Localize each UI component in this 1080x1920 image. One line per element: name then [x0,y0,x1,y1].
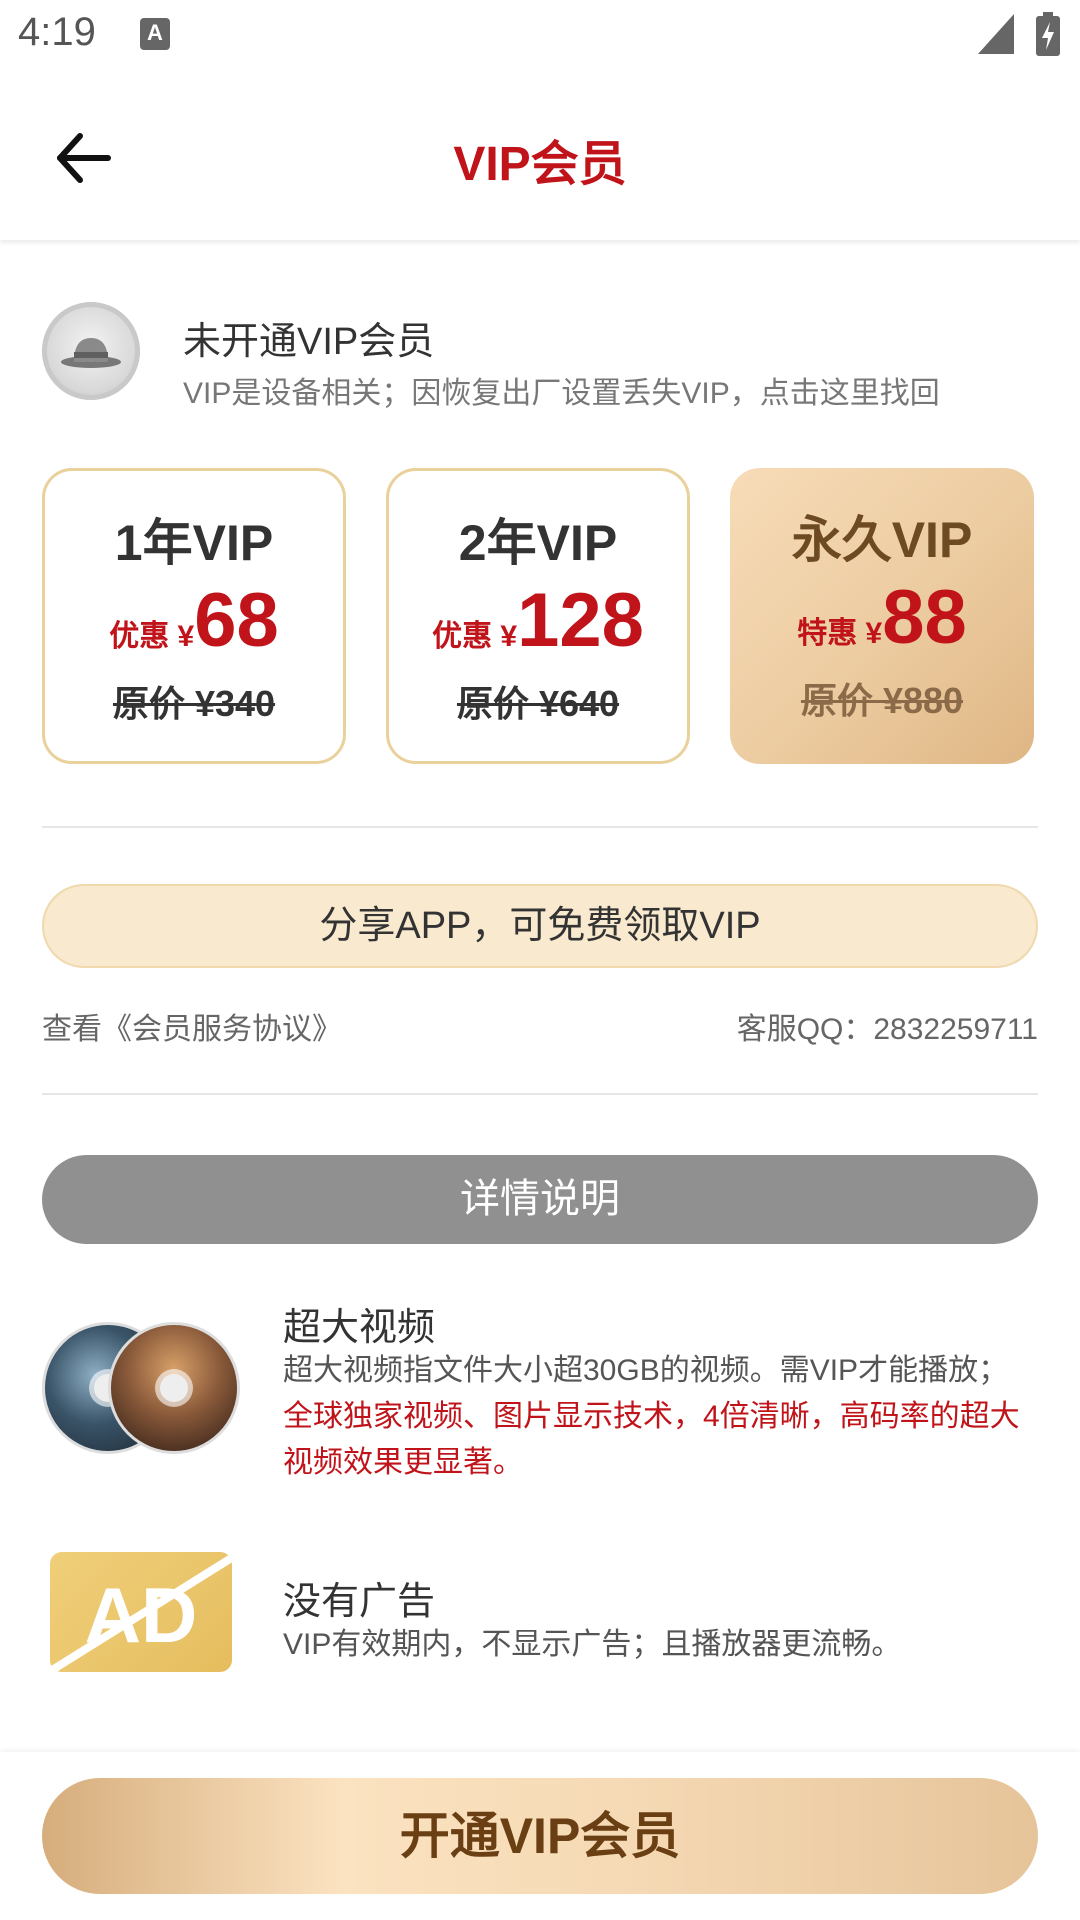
plan-name: 永久VIP [791,512,973,568]
plan-price: 优惠 ¥68 [45,577,343,664]
no-ad-icon: AD [50,1552,232,1672]
details-header: 详情说明 [42,1155,1038,1244]
price-value: 68 [194,578,279,663]
video-disc-icon [42,1322,242,1454]
feature-title: 超大视频 [283,1307,436,1349]
service-qq: 客服QQ：2832259711 [736,1013,1038,1046]
feature-desc-text: 超大视频指文件大小超30GB的视频。需VIP才能播放； [283,1354,1009,1387]
avatar[interactable] [42,302,140,400]
plan-card-1-year[interactable]: 1年VIP 优惠 ¥68 原价 ¥340 [42,468,346,764]
status-bar: 4:19 A [0,0,1080,72]
plan-name: 1年VIP [114,515,274,571]
feature-title: 没有广告 [283,1581,436,1623]
notification-icon: A [140,18,170,50]
plan-card-lifetime[interactable]: 永久VIP 特惠 ¥88 原价 ¥880 [730,468,1034,764]
open-vip-button[interactable]: 开通VIP会员 [42,1778,1038,1894]
feature-highlight: 全球独家视频、图片显示技术，4倍清晰，高码率的超大视频效果更显著。 [283,1400,1020,1479]
divider [42,826,1038,828]
plan-name: 2年VIP [458,515,618,571]
page-title: VIP会员 [453,138,627,191]
agreement-link[interactable]: 查看《会员服务协议》 [42,1004,342,1048]
price-value: 88 [882,575,967,660]
original-price: 原价 ¥640 [456,683,620,724]
price-label: 优惠 ¥ [432,620,518,653]
divider [42,1093,1038,1095]
restore-vip-link[interactable]: VIP是设备相关；因恢复出厂设置丢失VIP，点击这里找回 [183,368,940,412]
original-price: 原价 ¥880 [800,680,964,721]
app-bar: VIP会员 [0,72,1080,240]
disc-image [108,1322,240,1454]
hat-icon [61,338,121,368]
price-label: 优惠 ¥ [109,620,195,653]
signal-icon [978,14,1014,54]
original-price: 原价 ¥340 [112,683,276,724]
status-time: 4:19 [18,10,96,54]
plan-card-2-year[interactable]: 2年VIP 优惠 ¥128 原价 ¥640 [386,468,690,764]
share-app-button[interactable]: 分享APP，可免费领取VIP [42,884,1038,968]
vip-status-title: 未开通VIP会员 [183,321,435,363]
feature-desc: VIP有效期内，不显示广告；且播放器更流畅。 [283,1628,902,1661]
plan-price: 特惠 ¥88 [730,574,1034,661]
feature-desc: 超大视频指文件大小超30GB的视频。需VIP才能播放； 全球独家视频、图片显示技… [283,1348,1043,1486]
battery-icon [1036,12,1060,56]
price-value: 128 [517,578,644,663]
plan-price: 优惠 ¥128 [389,577,687,664]
price-label: 特惠 ¥ [797,617,883,650]
